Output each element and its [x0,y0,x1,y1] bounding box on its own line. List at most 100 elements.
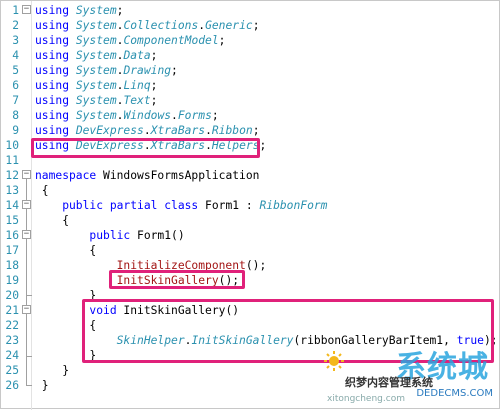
watermark-url-secondary: xitongcheng.com [327,394,405,404]
code-token: WindowsFormsApplication [103,169,260,182]
watermark: 系统城 织梦内容管理系统 DEDECMS.COM xitongcheng.com [323,342,493,404]
code-token: . [143,124,151,137]
line-number: 13 [5,184,19,197]
code-line[interactable]: 17 { [1,243,500,258]
collapse-toggle-icon[interactable]: − [22,230,31,239]
line-number: 3 [12,34,19,47]
code-token: namespace [35,169,104,182]
code-token: ; [259,139,267,152]
code-token: System [75,79,117,92]
code-line[interactable]: 6 using System.Linq; [1,78,500,93]
code-token: using [35,124,76,137]
code-token: (); [245,259,267,272]
code-token: { [35,184,49,197]
line-number: 4 [12,49,19,62]
code-token: Forms [177,109,212,122]
code-token: using [35,34,76,47]
code-token: ComponentModel [123,34,219,47]
code-token: . [171,109,178,122]
code-token: Drawing [123,64,172,77]
code-token: ; [116,4,124,17]
sun-logo-icon [324,351,344,371]
code-text: using System.Data; [35,48,157,63]
code-line[interactable]: 15 { [1,213,500,228]
code-token: . [205,124,212,137]
code-text: { [35,213,69,228]
code-line[interactable]: 12− namespace WindowsFormsApplication [1,168,500,183]
code-token: Collections [123,19,199,32]
code-line[interactable]: 4 using System.Data; [1,48,500,63]
code-token: using [35,64,76,77]
code-token: } [35,379,49,392]
line-number: 2 [12,19,19,32]
line-number: 6 [12,79,19,92]
code-line[interactable]: 8 using System.Windows.Forms; [1,108,500,123]
code-line[interactable]: 7 using System.Text; [1,93,500,108]
code-text: using System.Linq; [35,78,157,93]
line-number: 20 [5,289,19,302]
highlight-using-helpers [31,138,260,158]
line-number: 24 [5,349,19,362]
code-token: ; [171,64,178,77]
code-token: public partial class [35,199,206,212]
line-number: 25 [5,364,19,377]
code-line[interactable]: 5 using System.Drawing; [1,63,500,78]
code-token: Data [123,49,151,62]
code-token: ; [150,79,158,92]
code-line[interactable]: 18 InitializeComponent(); [1,258,500,273]
collapse-toggle-icon[interactable]: − [22,200,31,209]
collapse-toggle-icon[interactable]: − [22,5,31,14]
code-text: using System.Windows.Forms; [35,108,219,123]
collapse-toggle-icon[interactable]: − [22,305,31,314]
code-line[interactable]: 9 using DevExpress.XtraBars.Ribbon; [1,123,500,138]
code-text: using System; [35,3,123,18]
line-number: 7 [12,94,19,107]
code-token: using [35,49,76,62]
code-line[interactable]: 3 using System.ComponentModel; [1,33,500,48]
code-text: using System.Collections.Generic; [35,18,260,33]
code-token: Text [123,94,151,107]
line-number: 9 [12,124,19,137]
code-token: : [239,199,260,212]
code-token: using [35,94,76,107]
code-token: System [75,49,117,62]
line-number: 8 [12,109,19,122]
code-token: Linq [123,79,151,92]
line-number: 26 [5,379,19,392]
line-number: 17 [5,244,19,257]
code-text: using DevExpress.XtraBars.Ribbon; [35,123,260,138]
code-token: Windows [123,109,172,122]
code-line[interactable]: 2 using System.Collections.Generic; [1,18,500,33]
line-number: 16 [5,229,19,242]
code-line[interactable]: 19 InitSkinGallery(); [1,273,500,288]
code-token: Generic [205,19,253,32]
code-token: System [75,109,117,122]
code-token: using [35,4,76,17]
code-line[interactable]: 13 { [1,183,500,198]
code-line[interactable]: 1− using System; [1,3,500,18]
code-text: using System.Text; [35,93,157,108]
code-line[interactable]: 16− public Form1() [1,228,500,243]
code-token: ; [150,94,158,107]
line-number: 11 [5,154,19,167]
collapse-toggle-icon[interactable]: − [22,170,31,179]
code-token: using [35,79,76,92]
code-token: ; [252,19,260,32]
code-token: ; [150,49,158,62]
code-token: System [75,94,117,107]
code-token: ; [211,109,219,122]
code-token: Ribbon [211,124,253,137]
code-editor[interactable]: 1− using System; 2 using System.Collections… [0,0,500,410]
code-token: XtraBars [150,124,206,137]
code-text: public partial class Form1 : RibbonForm [35,198,327,213]
code-line[interactable]: 14− public partial class Form1 : RibbonF… [1,198,500,213]
code-text: namespace WindowsFormsApplication [35,168,259,183]
line-number: 10 [5,139,19,152]
watermark-url: DEDECMS.COM [416,388,493,399]
line-number: 12 [5,169,19,182]
code-text: using System.ComponentModel; [35,33,225,48]
code-text: { [35,243,96,258]
code-token: RibbonForm [259,199,328,212]
line-number: 19 [5,274,19,287]
line-number: 21 [5,304,19,317]
